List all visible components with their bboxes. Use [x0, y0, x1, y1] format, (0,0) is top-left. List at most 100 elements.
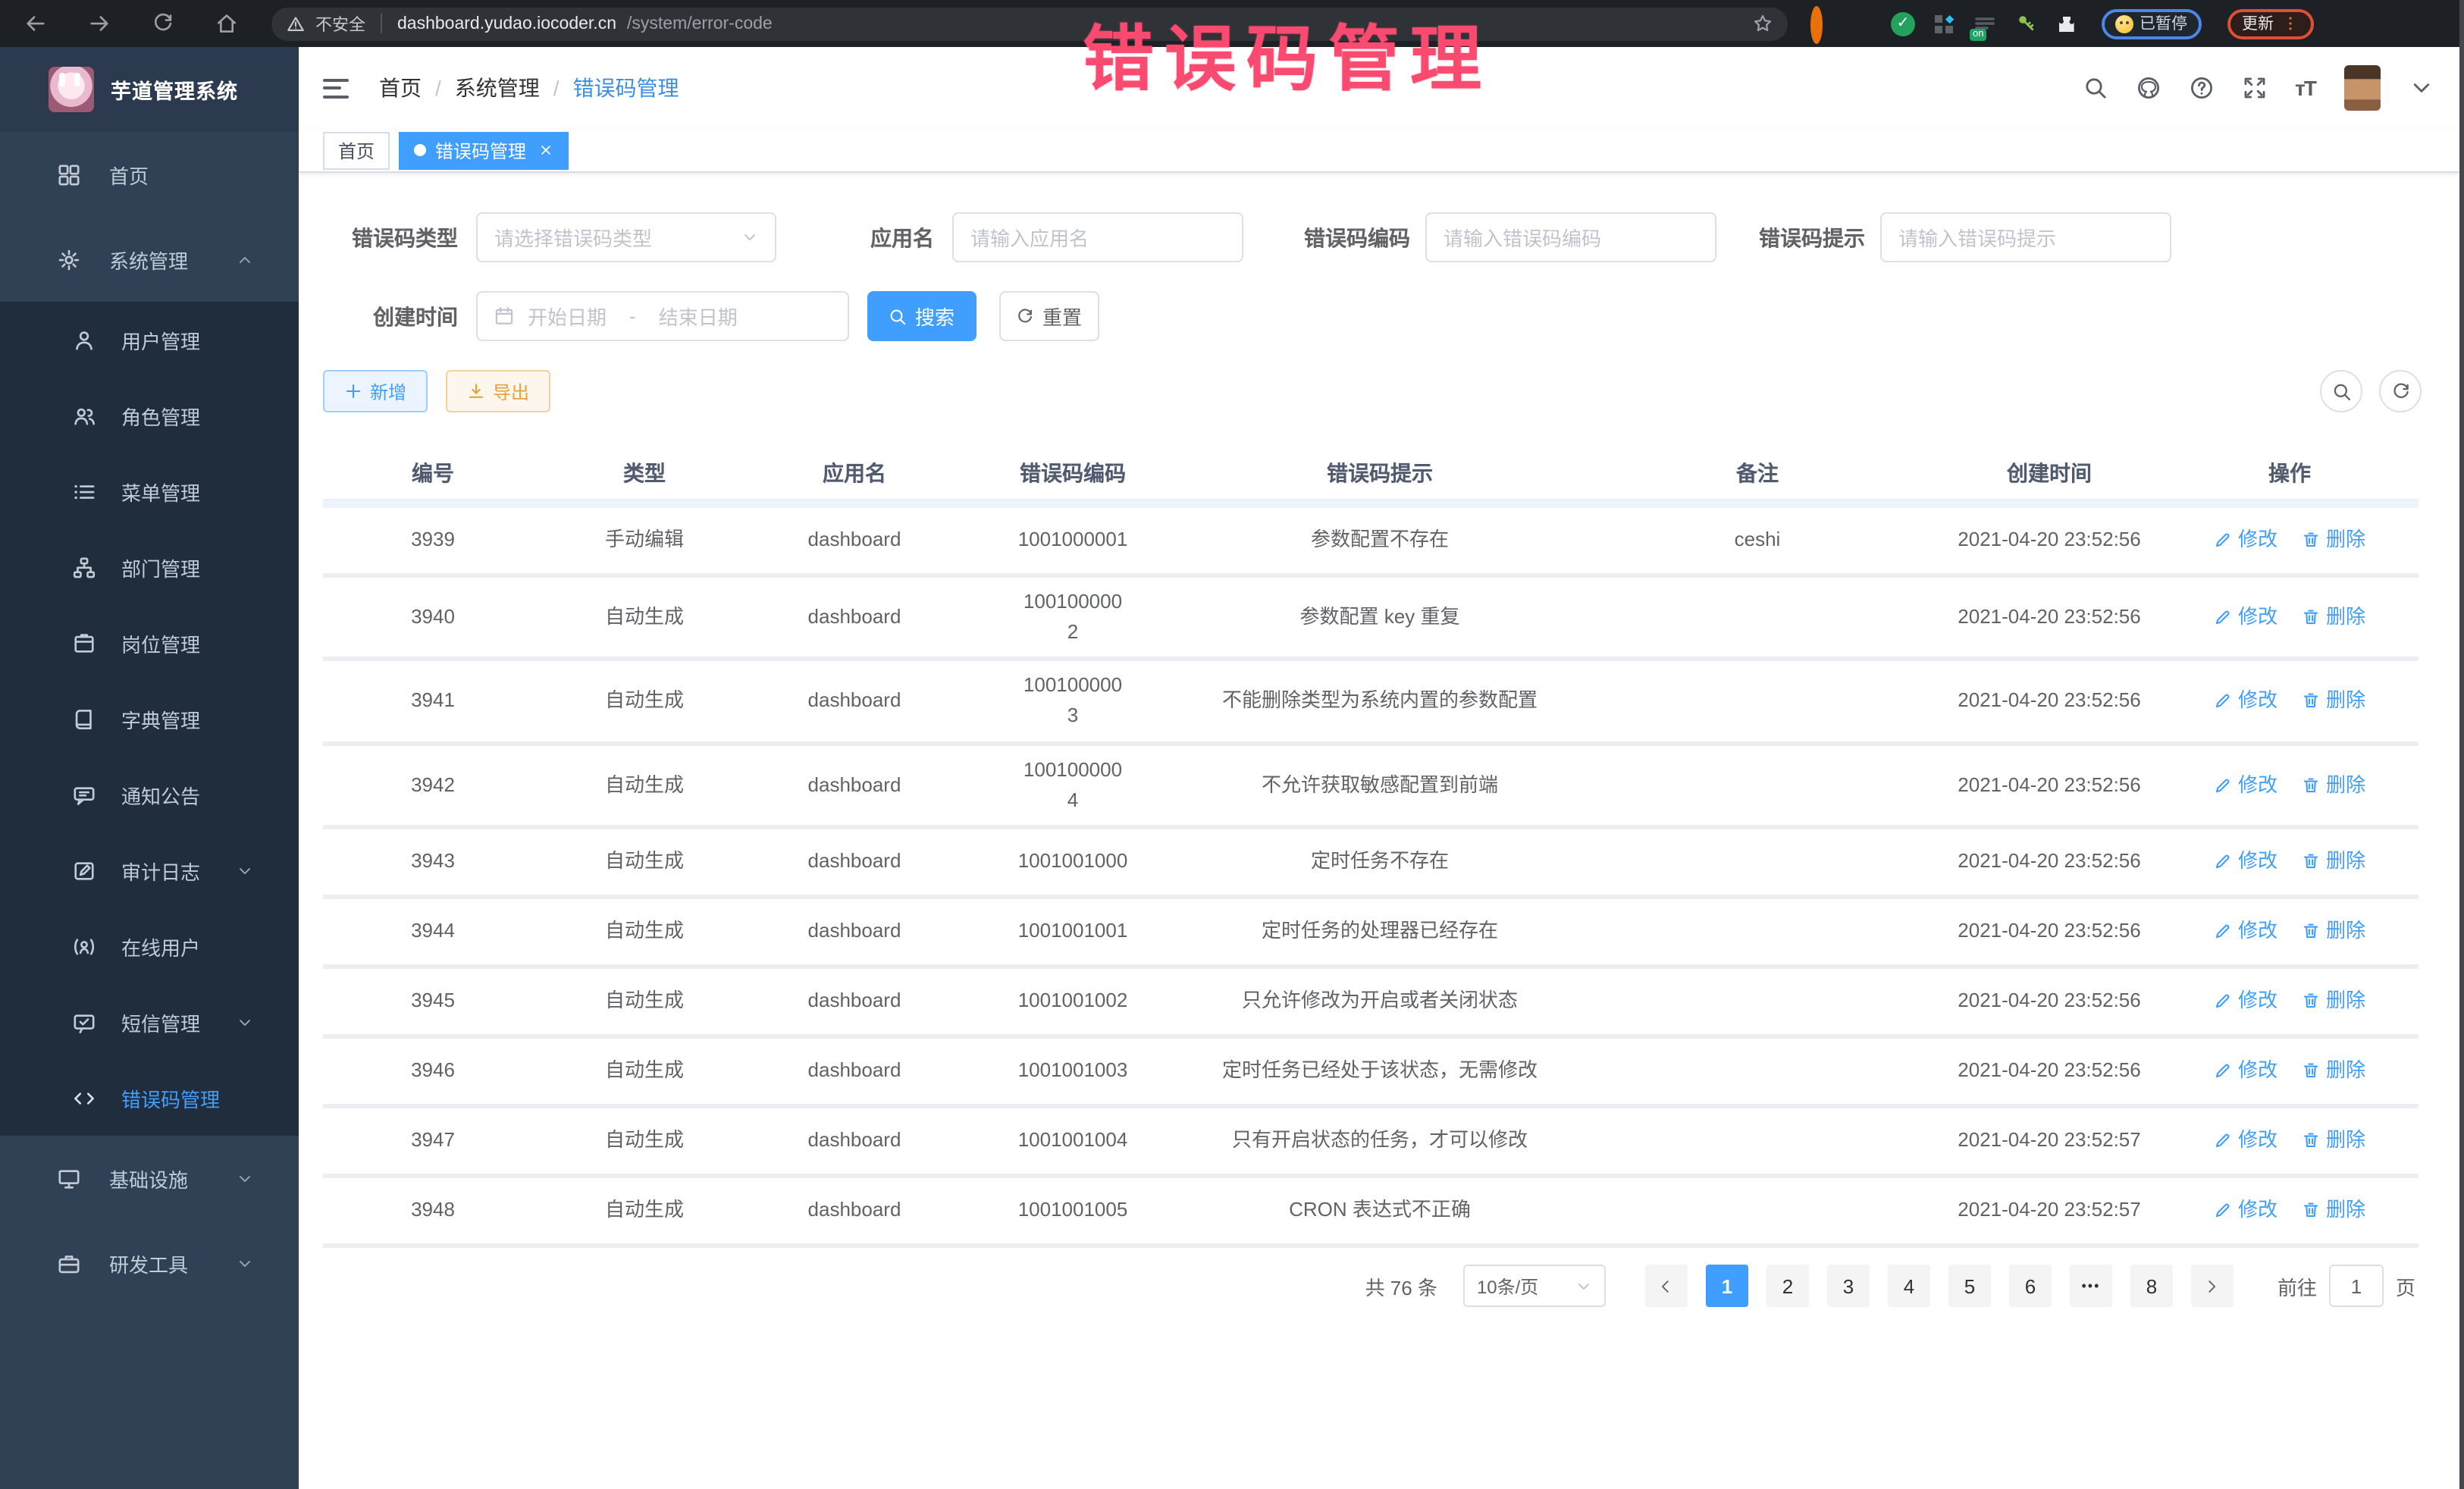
error-msg-input[interactable]: 请输入错误码提示 — [1880, 212, 2171, 262]
edit-link[interactable]: 修改 — [2214, 1126, 2277, 1156]
table-row[interactable]: 3942 自动生成 dashboard 1001000004 不允许获取敏感配置… — [323, 745, 2419, 829]
table-row[interactable]: 3946 自动生成 dashboard 1001001003 定时任务已经处于该… — [323, 1039, 2419, 1108]
sidebar-item[interactable]: 部门管理 — [0, 529, 299, 605]
sidebar-item[interactable]: 系统管理 — [0, 217, 299, 302]
table-row[interactable]: 3941 自动生成 dashboard 1001000003 不能删除类型为系统… — [323, 662, 2419, 746]
profile-paused-badge[interactable]: 已暂停 — [2102, 8, 2201, 39]
extension-gem-icon[interactable] — [1850, 11, 1874, 36]
breadcrumb-current[interactable]: 错误码管理 — [573, 73, 679, 103]
page-button[interactable]: 8 — [2130, 1265, 2173, 1308]
prev-page-button[interactable] — [1645, 1265, 1688, 1308]
refresh-table-button[interactable] — [2379, 370, 2422, 412]
delete-link[interactable]: 删除 — [2302, 1196, 2365, 1226]
github-icon[interactable] — [2136, 76, 2160, 100]
avatar-caret-icon[interactable] — [2409, 76, 2434, 100]
date-range-picker[interactable]: 开始日期 - 结束日期 — [476, 291, 849, 341]
help-icon[interactable] — [2189, 76, 2213, 100]
extension-list-icon[interactable]: on — [1973, 11, 1997, 36]
edit-link[interactable]: 修改 — [2214, 917, 2277, 947]
delete-link[interactable]: 删除 — [2302, 686, 2365, 716]
fullscreen-icon[interactable] — [2242, 76, 2266, 100]
sidebar-item[interactable]: 在线用户 — [0, 908, 299, 984]
breadcrumb-system[interactable]: 系统管理 — [455, 73, 540, 103]
user-avatar[interactable] — [2344, 65, 2381, 111]
app-logo-row[interactable]: 芋道管理系统 — [0, 47, 299, 132]
delete-link[interactable]: 删除 — [2302, 847, 2365, 877]
table-row[interactable]: 3939 手动编辑 dashboard 1001000001 参数配置不存在 c… — [323, 508, 2419, 578]
reset-button[interactable]: 重置 — [999, 291, 1099, 341]
sidebar-menu-bottom: 基础设施 研发工具 — [0, 1136, 299, 1306]
tab-close-icon[interactable] — [538, 143, 553, 158]
table-row[interactable]: 3947 自动生成 dashboard 1001001004 只有开启状态的任务… — [323, 1108, 2419, 1178]
page-button[interactable]: 4 — [1888, 1265, 1930, 1308]
delete-link[interactable]: 删除 — [2302, 1126, 2365, 1156]
address-bar[interactable]: 不安全 dashboard.yudao.iocoder.cn/system/er… — [271, 7, 1788, 40]
delete-link[interactable]: 删除 — [2302, 1056, 2365, 1086]
edit-link[interactable]: 修改 — [2214, 986, 2277, 1017]
font-size-icon[interactable]: тT — [2295, 76, 2315, 100]
delete-link[interactable]: 删除 — [2302, 770, 2365, 800]
sidebar-item[interactable]: 角色管理 — [0, 378, 299, 453]
toggle-search-button[interactable] — [2320, 370, 2362, 412]
edit-link[interactable]: 修改 — [2214, 602, 2277, 632]
next-page-button[interactable] — [2191, 1265, 2234, 1308]
sidebar-item[interactable]: 错误码管理 — [0, 1060, 299, 1136]
sidebar-item[interactable]: 首页 — [0, 132, 299, 217]
sidebar-item[interactable]: 字典管理 — [0, 681, 299, 757]
edit-link[interactable]: 修改 — [2214, 1196, 2277, 1226]
goto-page-input[interactable] — [2329, 1265, 2384, 1308]
edit-link[interactable]: 修改 — [2214, 1056, 2277, 1086]
search-button[interactable]: 搜索 — [867, 291, 977, 341]
browser-back-icon[interactable] — [24, 12, 47, 35]
delete-link[interactable]: 删除 — [2302, 602, 2365, 632]
page-button[interactable]: 5 — [1948, 1265, 1991, 1308]
delete-link[interactable]: 删除 — [2302, 917, 2365, 947]
error-type-select[interactable]: 请选择错误码类型 — [476, 212, 776, 262]
browser-home-icon[interactable] — [215, 12, 238, 35]
edit-link[interactable]: 修改 — [2214, 770, 2277, 800]
sidebar-item[interactable]: 菜单管理 — [0, 453, 299, 529]
extensions-puzzle-icon[interactable] — [2055, 11, 2079, 36]
breadcrumb-home[interactable]: 首页 — [379, 73, 422, 103]
export-button[interactable]: 导出 — [446, 370, 550, 412]
table-row[interactable]: 3940 自动生成 dashboard 1001000002 参数配置 key … — [323, 578, 2419, 662]
page-button[interactable]: 2 — [1766, 1265, 1809, 1308]
page-button[interactable]: 6 — [2009, 1265, 2052, 1308]
extension-grid-icon[interactable] — [1932, 11, 1956, 36]
delete-link[interactable]: 删除 — [2302, 986, 2365, 1017]
sidebar-item[interactable]: 岗位管理 — [0, 605, 299, 681]
browser-update-button[interactable]: 更新 — [2227, 8, 2313, 39]
table-row[interactable]: 3948 自动生成 dashboard 1001001005 CRON 表达式不… — [323, 1178, 2419, 1248]
app-name-input[interactable]: 请输入应用名 — [952, 212, 1243, 262]
page-button[interactable]: 3 — [1827, 1265, 1870, 1308]
table-row[interactable]: 3944 自动生成 dashboard 1001001001 定时任务的处理器已… — [323, 899, 2419, 969]
sidebar-item[interactable]: 研发工具 — [0, 1221, 299, 1306]
search-icon[interactable] — [2083, 76, 2107, 100]
sidebar-item[interactable]: 通知公告 — [0, 757, 299, 832]
edit-link[interactable]: 修改 — [2214, 847, 2277, 877]
table-row[interactable]: 3945 自动生成 dashboard 1001001002 只允许修改为开启或… — [323, 969, 2419, 1039]
edit-link[interactable]: 修改 — [2214, 686, 2277, 716]
extension-green-icon[interactable]: ✓ — [1891, 11, 1915, 36]
tab-home[interactable]: 首页 — [323, 131, 390, 169]
delete-link[interactable]: 删除 — [2302, 525, 2365, 556]
tab-error-code[interactable]: 错误码管理 — [399, 131, 569, 169]
extension-orange-icon[interactable] — [1809, 11, 1833, 36]
bookmark-star-icon[interactable] — [1753, 14, 1773, 33]
browser-forward-icon[interactable] — [88, 12, 111, 35]
browser-reload-icon[interactable] — [152, 12, 174, 35]
error-code-input[interactable]: 请输入错误码编码 — [1425, 212, 1716, 262]
sidebar-item[interactable]: 短信管理 — [0, 984, 299, 1060]
chevron-down-icon — [741, 229, 758, 246]
sidebar-item[interactable]: 基础设施 — [0, 1136, 299, 1221]
add-button[interactable]: 新增 — [323, 370, 428, 412]
edit-link[interactable]: 修改 — [2214, 525, 2277, 556]
page-size-select[interactable]: 10条/页 — [1463, 1265, 1606, 1308]
sidebar-item[interactable]: 用户管理 — [0, 302, 299, 378]
page-button[interactable]: ••• — [2070, 1265, 2112, 1308]
hamburger-icon[interactable] — [323, 78, 349, 98]
extension-key-icon[interactable] — [2014, 11, 2038, 36]
page-button[interactable]: 1 — [1706, 1265, 1748, 1308]
table-row[interactable]: 3943 自动生成 dashboard 1001001000 定时任务不存在 2… — [323, 829, 2419, 899]
sidebar-item[interactable]: 审计日志 — [0, 832, 299, 908]
